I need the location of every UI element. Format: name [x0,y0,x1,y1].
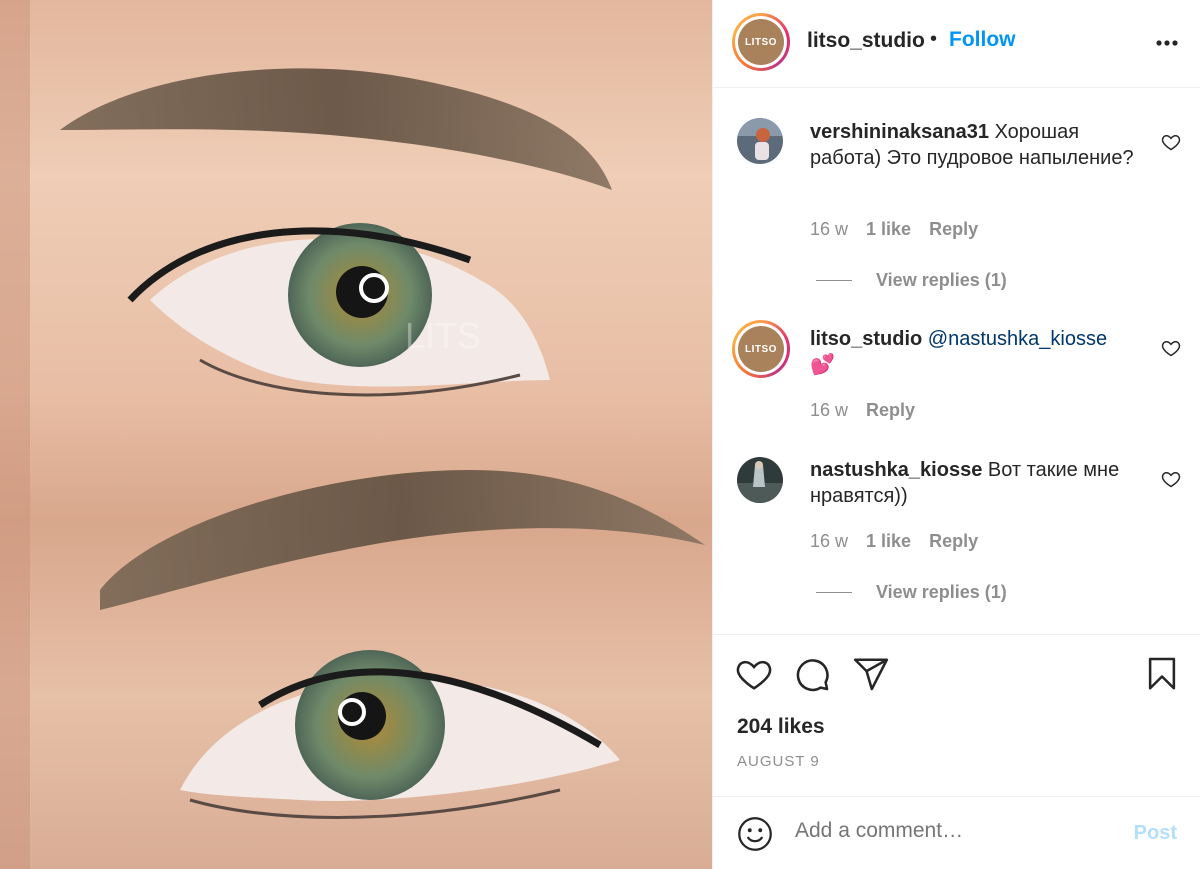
view-replies-label: View replies (1) [876,582,1007,602]
comment-text: vershininaksana31 Хорошая работа) Это пу… [810,119,1150,171]
view-replies-label: View replies (1) [876,270,1007,290]
comment-likes[interactable]: 1 like [866,531,911,552]
eyebrows-photo: LITS [0,0,705,869]
comment-meta: 16 w 1 like Reply [810,219,978,240]
comment-meta: 16 w 1 like Reply [810,531,978,552]
commenter-avatar[interactable] [737,457,783,503]
post-date[interactable]: AUGUST 9 [737,753,820,770]
author-avatar[interactable]: LITSO [732,13,790,71]
add-comment-bar: Post [713,796,1200,869]
comment-username[interactable]: vershininaksana31 [810,121,989,143]
replies-divider [816,280,852,281]
comments-list[interactable]: vershininaksana31 Хорошая работа) Это пу… [713,88,1200,634]
comment-mention[interactable]: @nastushka_kiosse [928,328,1107,350]
comment-input[interactable] [795,819,1095,843]
post-header: LITSO litso_studio • Follow [713,0,1200,88]
follow-button[interactable]: Follow [949,28,1016,52]
replies-divider [816,592,852,593]
author-username[interactable]: litso_studio [807,29,925,53]
comment-username[interactable]: nastushka_kiosse [810,459,982,481]
post-side-panel: LITSO litso_studio • Follow vershininaks [712,0,1200,869]
post-actions: 204 likes AUGUST 9 [713,634,1200,796]
comment-likes[interactable]: 1 like [866,219,911,240]
reply-button[interactable]: Reply [866,400,915,421]
comment-username[interactable]: litso_studio [810,328,922,350]
view-replies-button[interactable]: View replies (1) [816,270,1007,291]
comment-body: 💕 [810,354,835,376]
post-comment-button[interactable]: Post [1134,822,1177,845]
share-icon[interactable] [852,655,890,693]
header-separator: • [930,28,938,50]
reply-button[interactable]: Reply [929,219,978,240]
comment-like-icon[interactable] [1161,132,1181,152]
comment-like-icon[interactable] [1161,338,1181,358]
image-watermark: LITS [405,315,481,356]
comment-like-icon[interactable] [1161,469,1181,489]
comment-time: 16 w [810,531,849,551]
post-image[interactable]: LITS [0,0,712,869]
comment-meta: 16 w Reply [810,400,915,421]
emoji-icon[interactable] [737,816,773,852]
author-avatar-logo: LITSO [738,19,784,65]
comment-text: nastushka_kiosse Вот такие мне нравятся)… [810,457,1150,509]
bookmark-icon[interactable] [1143,655,1181,693]
commenter-avatar[interactable] [737,118,783,164]
reply-button[interactable]: Reply [929,531,978,552]
comment-time: 16 w [810,400,849,420]
more-options-icon[interactable] [1154,30,1180,56]
comment-icon[interactable] [793,655,831,693]
heart-icon[interactable] [735,655,773,693]
likes-count[interactable]: 204 likes [737,715,825,739]
view-replies-button[interactable]: View replies (1) [816,582,1007,603]
commenter-avatar[interactable]: LITSO [732,320,790,378]
commenter-avatar-logo: LITSO [738,326,784,372]
comment-text: litso_studio @nastushka_kiosse 💕 [810,326,1150,378]
comment-time: 16 w [810,219,849,239]
